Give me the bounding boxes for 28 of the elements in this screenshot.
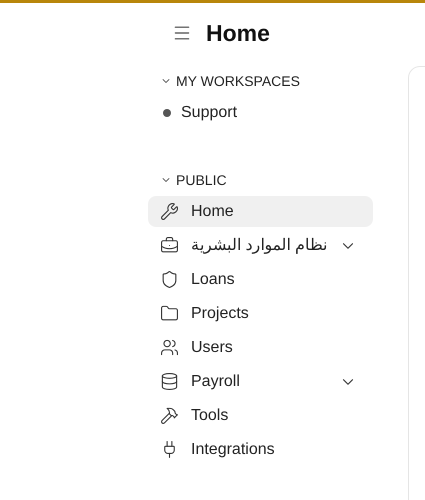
sidebar-item[interactable]: Integrations [148,434,373,465]
item-label: Users [191,338,234,358]
section-header[interactable]: MY WORKSPACES [148,71,373,91]
wrench-icon [160,202,179,221]
briefcase-icon [160,236,179,255]
item-label: Projects [191,304,250,324]
item-label: Home [191,202,235,222]
item-label: Integrations [191,440,276,460]
folder-icon [160,304,179,323]
sidebar-item[interactable]: Support [148,97,373,128]
hammer-icon [160,406,179,425]
section-header[interactable]: PUBLIC [148,170,373,190]
item-label: Tools [191,406,230,426]
item-label: Payroll [191,372,241,392]
shield-icon [160,270,179,289]
page-title: Home [206,18,270,48]
sidebar-item[interactable]: Tools [148,400,373,431]
item-label: Loans [191,270,236,290]
sidebar-item[interactable]: Users [148,332,373,363]
sidebar-item[interactable]: Payroll [148,366,373,397]
users-icon [160,338,179,357]
item-label: نظام الموارد البشرية [191,236,327,256]
sidebar-item[interactable]: نظام الموارد البشرية [148,230,373,261]
item-label: Support [181,102,238,122]
sidebar-item[interactable]: Home [148,196,373,227]
sidebar-item[interactable]: Loans [148,264,373,295]
database-icon [160,372,179,391]
sidebar-item[interactable]: Projects [148,298,373,329]
